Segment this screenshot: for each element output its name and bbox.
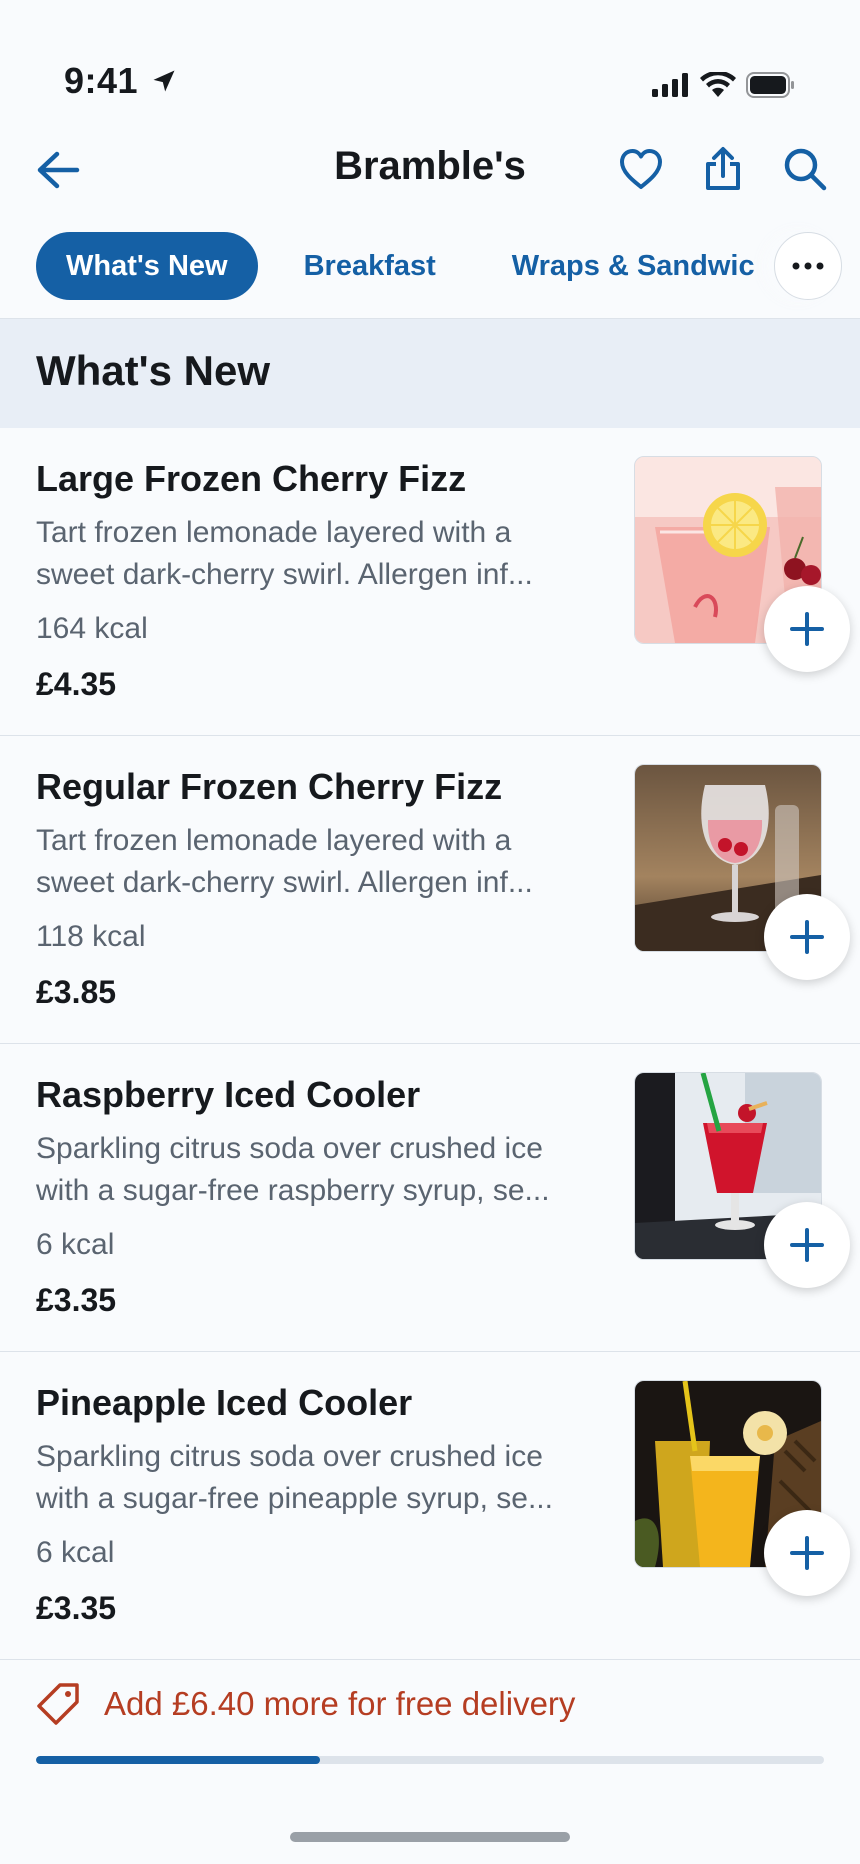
free-delivery-message: Add £6.40 more for free delivery [36,1682,575,1726]
item-name: Large Frozen Cherry Fizz [36,458,467,499]
heart-icon [620,149,662,189]
category-tabs: What's New Breakfast Wraps & Sandwic [36,232,860,300]
add-to-cart-button[interactable] [764,586,850,672]
share-button[interactable] [696,142,750,196]
plus-icon [790,920,824,954]
tab-whats-new[interactable]: What's New [36,232,258,300]
location-arrow-icon [153,70,175,92]
item-description: Tart frozen lemonade layered with a swee… [36,516,533,591]
plus-icon [790,1536,824,1570]
item-description: Tart frozen lemonade layered with a swee… [36,824,533,899]
menu-item[interactable]: Raspberry Iced Cooler Sparkling citrus s… [0,1044,860,1352]
free-delivery-banner: Add £6.40 more for free delivery [0,1660,860,1770]
search-icon [784,148,827,191]
item-calories: 164 kcal [36,612,148,645]
item-calories: 6 kcal [36,1536,115,1569]
status-time: 9:41 [64,60,178,102]
status-icons [652,72,796,98]
tag-icon [37,1683,79,1725]
item-name: Raspberry Iced Cooler [36,1074,421,1115]
item-description: Sparkling citrus soda over crushed ice w… [36,1132,550,1207]
plus-icon [790,612,824,646]
wifi-icon [700,72,736,97]
cellular-signal-icon [652,73,688,97]
header-actions [614,142,832,196]
add-to-cart-button[interactable] [764,1510,850,1596]
tab-wraps-sandwiches[interactable]: Wraps & Sandwic [482,232,785,300]
menu-item[interactable]: Regular Frozen Cherry Fizz Tart frozen l… [0,736,860,1044]
item-description: Sparkling citrus soda over crushed ice w… [36,1440,553,1515]
item-price: £3.85 [36,974,117,1010]
top-nav-bar: Bramble's [0,130,860,206]
home-indicator[interactable] [290,1832,570,1842]
item-name: Pineapple Iced Cooler [36,1382,413,1423]
menu-item[interactable]: Large Frozen Cherry Fizz Tart frozen lem… [0,428,860,736]
add-to-cart-button[interactable] [764,1202,850,1288]
share-icon [706,147,740,190]
more-categories-button[interactable] [774,232,842,300]
status-time-text: 9:41 [64,60,139,101]
item-price: £4.35 [36,666,117,702]
favorite-button[interactable] [614,142,668,196]
search-button[interactable] [778,142,832,196]
tab-breakfast[interactable]: Breakfast [274,232,466,300]
free-delivery-text: Add £6.40 more for free delivery [104,1685,576,1722]
section-title: What's New [36,347,271,394]
add-to-cart-button[interactable] [764,894,850,980]
item-price: £3.35 [36,1282,117,1318]
item-calories: 6 kcal [36,1228,115,1261]
item-calories: 118 kcal [36,920,146,953]
free-delivery-progress-fill [36,1756,320,1764]
ellipsis-icon [792,262,824,270]
free-delivery-progress [36,1756,824,1764]
battery-icon [746,72,794,98]
item-name: Regular Frozen Cherry Fizz [36,766,503,807]
section-header: What's New [0,318,860,430]
menu-item[interactable]: Pineapple Iced Cooler Sparkling citrus s… [0,1352,860,1660]
plus-icon [790,1228,824,1262]
item-price: £3.35 [36,1590,117,1626]
